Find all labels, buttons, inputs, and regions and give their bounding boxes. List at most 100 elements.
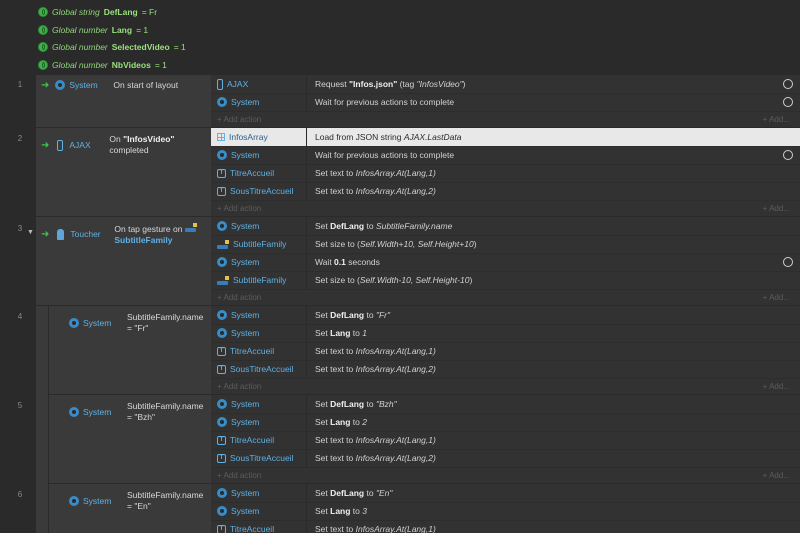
async-icon (783, 79, 793, 89)
add-more-link[interactable]: + Add... (763, 115, 790, 124)
global-var-deflang[interactable]: Global string DefLang = Fr (38, 4, 157, 20)
action-row[interactable]: System Set Lang to 1 (211, 324, 800, 343)
action-row[interactable]: T SousTitreAccueil Set text to InfosArray… (211, 182, 800, 201)
system-gear-icon (217, 399, 227, 409)
event-actions: System Set DefLang to "En" System Set La… (211, 484, 800, 533)
add-more-link[interactable]: + Add... (763, 204, 790, 213)
event-condition[interactable]: ➜ System On start of layout (36, 75, 212, 127)
system-gear-icon (55, 80, 66, 90)
text-object-icon: T (217, 346, 226, 356)
system-gear-icon (217, 506, 227, 516)
wait-icon (783, 97, 793, 107)
globe-icon (38, 25, 48, 35)
text-object-icon: T (217, 186, 226, 196)
add-action-row[interactable]: + Add action + Add... (211, 111, 800, 127)
condition-text: On "InfosVideo" completed (109, 134, 175, 155)
trigger-arrow-icon: ➜ (41, 228, 50, 240)
global-variables: Global string DefLang = Fr Global number La… (0, 0, 800, 74)
add-action-row[interactable]: + Add action + Add... (211, 200, 800, 216)
sprite-icon (184, 222, 197, 232)
event-number: 3 (17, 224, 23, 233)
add-more-link[interactable]: + Add... (763, 471, 790, 480)
globe-icon (38, 60, 48, 70)
array-icon (217, 133, 225, 141)
action-row[interactable]: T TitreAccueil Set text to InfosArray.At(… (211, 342, 800, 361)
event-condition[interactable]: System SubtitleFamily.name = "Fr" (49, 306, 212, 394)
condition-text: SubtitleFamily.name = "Fr" (127, 312, 204, 333)
event-number: 1 (17, 80, 23, 89)
condition-object: System (83, 407, 112, 417)
add-action-row[interactable]: + Add action + Add... (211, 378, 800, 394)
action-row[interactable]: System Set DefLang to "Bzh" (211, 395, 800, 414)
action-row[interactable]: System Wait for previous actions to comp… (211, 146, 800, 165)
globe-icon (38, 42, 48, 52)
global-var-nbvideos[interactable]: Global number NbVideos = 1 (38, 57, 167, 73)
event-condition[interactable]: System SubtitleFamily.name = "Bzh" (49, 395, 212, 483)
action-row[interactable]: AJAX Request "Infos.json" (tag "InfosVid… (211, 75, 800, 94)
action-row-selected[interactable]: InfosArray Load from JSON string AJAX.La… (211, 128, 800, 147)
global-var-selectedvideo[interactable]: Global number SelectedVideo = 1 (38, 39, 186, 55)
system-gear-icon (217, 328, 227, 338)
touch-icon (57, 228, 65, 240)
collapse-toggle-icon[interactable]: ▼ (27, 229, 34, 236)
add-action-row[interactable]: + Add action + Add... (211, 289, 800, 305)
event-condition[interactable]: System SubtitleFamily.name = "En" (49, 484, 212, 533)
event-actions: InfosArray Load from JSON string AJAX.La… (211, 128, 800, 216)
action-row[interactable]: System Wait 0.1 seconds (211, 253, 800, 272)
event-number: 6 (17, 490, 23, 499)
system-gear-icon (217, 257, 227, 267)
add-action-link[interactable]: + Add action (211, 115, 261, 124)
action-row[interactable]: T TitreAccueil Set text to InfosArray.At(… (211, 164, 800, 183)
wait-icon (783, 150, 793, 160)
condition-text: On tap gesture on SubtitleFamily (114, 222, 197, 246)
condition-object: Toucher (70, 229, 101, 239)
action-row[interactable]: System Set Lang to 2 (211, 413, 800, 432)
event-condition[interactable]: ➜ AJAX On "InfosVideo" completed (36, 128, 212, 216)
add-action-link[interactable]: + Add action (211, 204, 261, 213)
system-gear-icon (217, 150, 227, 160)
action-row[interactable]: System Wait for previous actions to comp… (211, 93, 800, 112)
text-object-icon: T (217, 364, 226, 374)
event-condition[interactable]: ➜ Toucher On tap gesture on SubtitleFami… (36, 217, 212, 305)
action-row[interactable]: SubtitleFamily Set size to (Self.Width+1… (211, 235, 800, 254)
text-object-icon: T (217, 453, 226, 463)
event-number: 5 (17, 401, 23, 410)
action-row[interactable]: System Set DefLang to SubtitleFamily.nam… (211, 217, 800, 236)
condition-text: On start of layout (113, 79, 179, 90)
add-action-link[interactable]: + Add action (211, 293, 261, 302)
system-gear-icon (69, 318, 79, 328)
system-gear-icon (217, 417, 227, 427)
action-row[interactable]: T TitreAccueil Set text to InfosArray.At(… (211, 520, 800, 533)
add-action-row[interactable]: + Add action + Add... (211, 467, 800, 483)
add-action-link[interactable]: + Add action (211, 471, 261, 480)
event-actions: System Set DefLang to "Bzh" System Set L… (211, 395, 800, 483)
system-gear-icon (217, 488, 227, 498)
condition-object: System (83, 318, 112, 328)
system-gear-icon (217, 310, 227, 320)
trigger-arrow-icon: ➜ (41, 79, 50, 91)
system-gear-icon (69, 496, 79, 506)
globe-icon (38, 7, 48, 17)
action-row[interactable]: SubtitleFamily Set size to (Self.Width-1… (211, 271, 800, 290)
add-more-link[interactable]: + Add... (763, 293, 790, 302)
global-var-lang[interactable]: Global number Lang = 1 (38, 22, 148, 38)
system-gear-icon (217, 221, 227, 231)
text-object-icon: T (217, 435, 226, 445)
action-row[interactable]: T SousTitreAccueil Set text to InfosArray… (211, 449, 800, 468)
action-row[interactable]: T TitreAccueil Set text to InfosArray.At(… (211, 431, 800, 450)
add-more-link[interactable]: + Add... (763, 382, 790, 391)
system-gear-icon (69, 407, 79, 417)
sprite-icon (217, 239, 229, 249)
add-action-link[interactable]: + Add action (211, 382, 261, 391)
action-row[interactable]: System Set Lang to 3 (211, 502, 800, 521)
action-row[interactable]: T SousTitreAccueil Set text to InfosArray… (211, 360, 800, 379)
trigger-arrow-icon: ➜ (41, 139, 50, 151)
text-object-icon: T (217, 524, 226, 533)
action-row[interactable]: System Set DefLang to "Fr" (211, 306, 800, 325)
timer-icon (783, 257, 793, 267)
condition-object: AJAX (69, 140, 91, 150)
event-number: 2 (17, 134, 23, 143)
action-row[interactable]: System Set DefLang to "En" (211, 484, 800, 503)
text-object-icon: T (217, 168, 226, 178)
ajax-icon (217, 78, 223, 90)
